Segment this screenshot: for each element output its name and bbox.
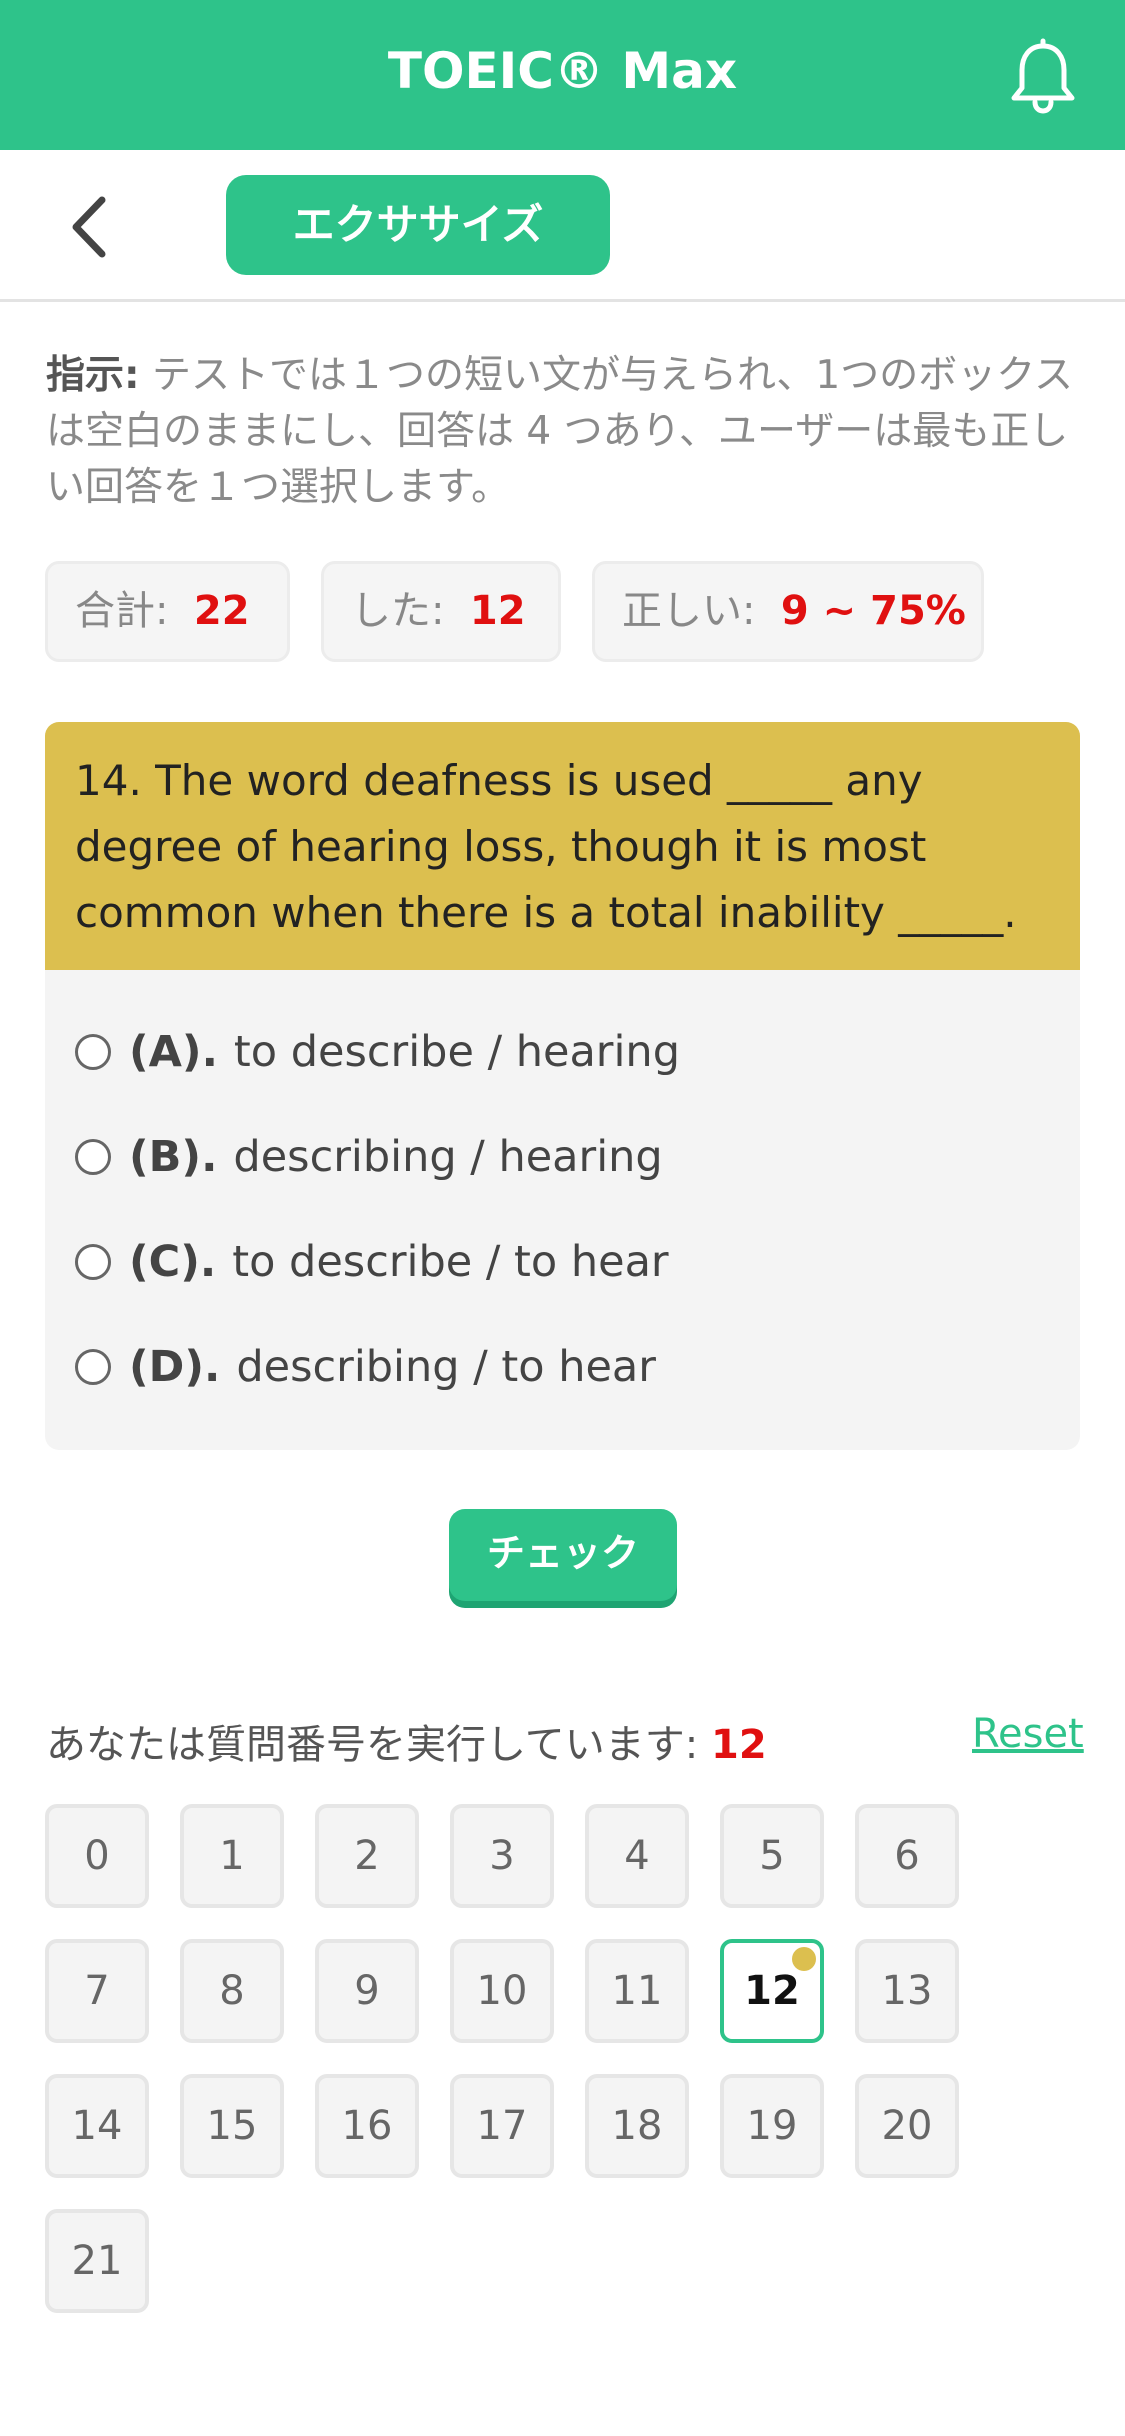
question-number-button[interactable]: 8 <box>180 1939 284 2043</box>
option-text: to describe / hearing <box>233 1027 680 1077</box>
question-number-button[interactable]: 9 <box>315 1939 419 2043</box>
question-number-button[interactable]: 21 <box>45 2209 149 2313</box>
option-letter: (C). <box>129 1237 217 1287</box>
instruction-body: テストでは１つの短い文が与えられ、1つのボックスは空白のままにし、回答は 4 つ… <box>46 353 1074 510</box>
question-number-button[interactable]: 10 <box>450 1939 554 2043</box>
question-number-button[interactable]: 6 <box>855 1804 959 1908</box>
stat-done-value: 12 <box>469 588 526 634</box>
question-card: 14. The word deafness is used _____ any … <box>45 722 1080 1450</box>
radio-button[interactable] <box>75 1139 111 1175</box>
option-d[interactable]: (D). describing / to hear <box>75 1332 656 1402</box>
radio-button[interactable] <box>75 1349 111 1385</box>
stat-correct: 正しい: 9 ~ 75% <box>592 561 984 662</box>
reset-link[interactable]: Reset <box>972 1711 1084 1757</box>
option-text: describing / to hear <box>236 1342 656 1392</box>
question-number-button[interactable]: 13 <box>855 1939 959 2043</box>
question-number-button[interactable]: 15 <box>180 2074 284 2178</box>
instruction-text: 指示: テストでは１つの短い文が与えられ、1つのボックスは空白のままにし、回答は… <box>46 348 1086 516</box>
question-number-button[interactable]: 16 <box>315 2074 419 2178</box>
question-number-button[interactable]: 2 <box>315 1804 419 1908</box>
stat-correct-label: 正しい: <box>622 588 756 634</box>
question-number-button[interactable]: 17 <box>450 2074 554 2178</box>
current-question-number: 12 <box>711 1722 767 1768</box>
option-letter: (D). <box>129 1342 221 1392</box>
radio-button[interactable] <box>75 1244 111 1280</box>
stat-correct-value: 9 ~ 75% <box>780 588 966 634</box>
tab-exercise[interactable]: エクササイズ <box>226 175 610 275</box>
option-text: describing / hearing <box>233 1132 663 1182</box>
sub-header: エクササイズ <box>0 150 1125 302</box>
bell-icon[interactable] <box>1008 38 1078 114</box>
option-letter: (A). <box>129 1027 218 1077</box>
question-number-button[interactable]: 14 <box>45 2074 149 2178</box>
radio-button[interactable] <box>75 1034 111 1070</box>
question-number-button[interactable]: 5 <box>720 1804 824 1908</box>
progress-label: あなたは質問番号を実行しています: 12 <box>46 1712 767 1770</box>
question-text: 14. The word deafness is used _____ any … <box>45 722 1080 970</box>
instruction-label: 指示: <box>46 353 140 398</box>
top-app-bar: TOEIC® Max <box>0 0 1125 150</box>
current-indicator-dot <box>792 1947 816 1971</box>
question-number-button[interactable]: 11 <box>585 1939 689 2043</box>
option-c[interactable]: (C). to describe / to hear <box>75 1227 669 1297</box>
option-text: to describe / to hear <box>232 1237 669 1287</box>
stat-total-value: 22 <box>193 588 250 634</box>
stat-total-label: 合計: <box>75 588 169 634</box>
option-letter: (B). <box>129 1132 218 1182</box>
question-number-label: 12 <box>744 1968 800 2014</box>
option-b[interactable]: (B). describing / hearing <box>75 1122 663 1192</box>
option-a[interactable]: (A). to describe / hearing <box>75 1017 680 1087</box>
question-number-button[interactable]: 1 <box>180 1804 284 1908</box>
question-number-button[interactable]: 19 <box>720 2074 824 2178</box>
chevron-left-icon[interactable] <box>64 192 120 262</box>
question-number-button[interactable]: 18 <box>585 2074 689 2178</box>
stat-done-label: した: <box>351 588 445 634</box>
stat-total: 合計: 22 <box>45 561 290 662</box>
stat-done: した: 12 <box>321 561 561 662</box>
question-number-button[interactable]: 4 <box>585 1804 689 1908</box>
question-grid: 0 1 2 3 4 5 6 7 8 9 10 11 12 13 14 15 16… <box>45 1804 1085 2324</box>
question-number-button[interactable]: 0 <box>45 1804 149 1908</box>
question-number-button-current[interactable]: 12 <box>720 1939 824 2043</box>
app-title: TOEIC® Max <box>387 42 738 100</box>
check-button[interactable]: チェック <box>449 1509 677 1601</box>
question-number-button[interactable]: 7 <box>45 1939 149 2043</box>
progress-text: あなたは質問番号を実行しています: <box>46 1722 711 1768</box>
question-number-button[interactable]: 3 <box>450 1804 554 1908</box>
question-number-button[interactable]: 20 <box>855 2074 959 2178</box>
